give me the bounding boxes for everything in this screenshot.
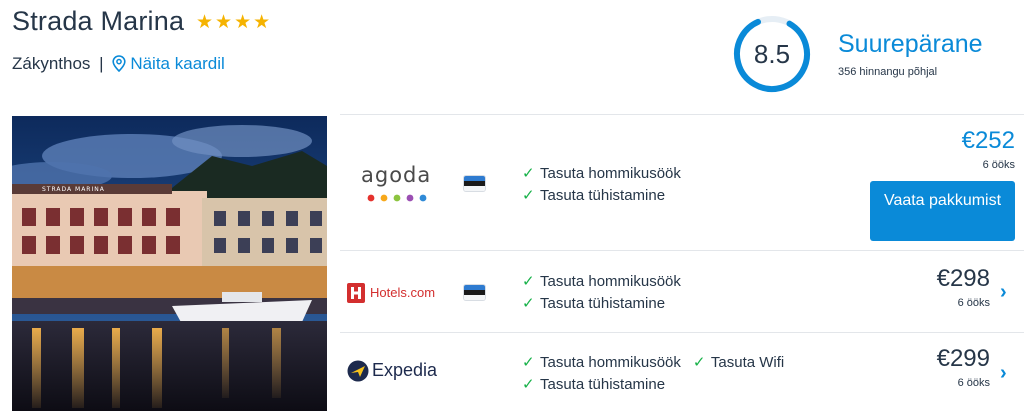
perk-item: ✓ Tasuta tühistamine xyxy=(522,293,665,315)
offer-row-expedia[interactable]: Expedia ✓ Tasuta hommikusöök ✓ Tasuta Wifi … xyxy=(340,332,1024,413)
perk-text: Tasuta Wifi xyxy=(710,354,785,371)
estonia-flag-icon xyxy=(464,285,485,300)
hotel-name: Strada Marina xyxy=(12,6,185,36)
view-deal-button[interactable]: Vaata pakkumist xyxy=(870,181,1015,241)
estonia-flag-icon xyxy=(464,176,485,191)
check-icon: ✓ xyxy=(522,273,535,290)
offer-row-agoda[interactable]: agoda ✓ Tasuta hommikusöök ✓ Tasuta tühist… xyxy=(340,114,1024,251)
hotels-com-wordmark: Hotels.com xyxy=(370,285,436,300)
show-on-map-label: Näita kaardil xyxy=(130,54,225,73)
hotels-com-logo-icon xyxy=(347,283,365,303)
check-icon: ✓ xyxy=(522,187,535,204)
chevron-right-icon[interactable]: › xyxy=(1000,362,1007,385)
rating-count: 356 hinnangu põhjal xyxy=(838,66,938,78)
perk-item: ✓ Tasuta hommikusöök xyxy=(522,163,681,185)
check-icon: ✓ xyxy=(522,376,535,393)
perk-item: ✓ Tasuta hommikusöök xyxy=(522,352,681,374)
offer-row-hotels-com[interactable]: Hotels.com ✓ Tasuta hommikusöök ✓ Tasuta t… xyxy=(340,250,1024,333)
check-icon: ✓ xyxy=(522,295,535,312)
perk-item: ✓ Tasuta tühistamine xyxy=(522,185,665,207)
price-nights: 6 ööks xyxy=(982,159,1015,171)
offer-price: €299 6 ööks xyxy=(937,345,990,389)
photo-sign-text: STRADA MARINA xyxy=(42,186,105,193)
map-pin-icon xyxy=(112,55,126,72)
perk-item: ✓ Tasuta hommikusöök xyxy=(522,271,681,293)
perk-text: Tasuta hommikusöök xyxy=(540,165,681,182)
offer-perks: ✓ Tasuta hommikusöök ✓ Tasuta Wifi ✓ Tasuta … xyxy=(522,352,796,396)
offer-price: €298 6 ööks xyxy=(937,265,990,309)
agoda-wordmark: agoda xyxy=(361,163,432,187)
expedia-logo-icon xyxy=(347,360,369,382)
location-line: Zákynthos | Näita kaardil xyxy=(12,54,225,74)
check-icon: ✓ xyxy=(522,354,535,371)
price-nights: 6 ööks xyxy=(957,377,990,389)
perk-item: ✓ Tasuta Wifi xyxy=(693,352,784,374)
perk-item: ✓ Tasuta tühistamine xyxy=(522,374,665,396)
expedia-wordmark: Expedia xyxy=(372,360,438,380)
hotel-photo-image: STRADA MARINA xyxy=(12,116,327,411)
perk-text: Tasuta hommikusöök xyxy=(540,354,681,371)
check-icon: ✓ xyxy=(692,354,706,371)
price-amount: €299 xyxy=(936,345,990,372)
rating-label[interactable]: Suurepärane xyxy=(838,30,983,59)
perk-text: Tasuta tühistamine xyxy=(540,187,666,204)
perk-text: Tasuta tühistamine xyxy=(540,295,666,312)
chevron-right-icon[interactable]: › xyxy=(1000,281,1007,304)
offer-price: €252 6 ööks xyxy=(962,127,1015,171)
offer-perks: ✓ Tasuta hommikusöök ✓ Tasuta tühistamine xyxy=(522,271,693,315)
perk-text: Tasuta tühistamine xyxy=(540,376,666,393)
price-amount: €298 xyxy=(936,265,990,292)
offers-list: agoda ✓ Tasuta hommikusöök ✓ Tasuta tühist… xyxy=(340,114,1024,411)
show-on-map-link[interactable]: Näita kaardil xyxy=(112,54,225,73)
hotel-photo[interactable]: STRADA MARINA xyxy=(12,116,327,411)
rating-score: 8.5 xyxy=(753,39,791,69)
location-separator: | xyxy=(99,54,104,73)
price-amount: €252 xyxy=(961,127,1015,154)
check-icon: ✓ xyxy=(522,165,535,182)
price-nights: 6 ööks xyxy=(957,297,990,309)
star-rating: ★★★★ xyxy=(196,12,273,33)
offer-perks: ✓ Tasuta hommikusöök ✓ Tasuta tühistamine xyxy=(522,163,693,207)
perk-text: Tasuta hommikusöök xyxy=(540,273,681,290)
location-name: Zákynthos xyxy=(12,54,91,73)
